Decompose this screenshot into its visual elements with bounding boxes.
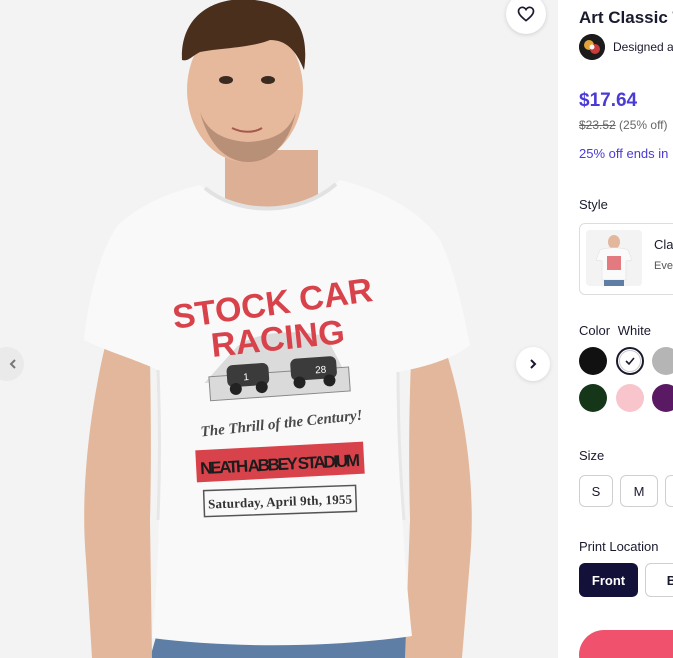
next-image-button[interactable] xyxy=(516,347,550,381)
style-label: Style xyxy=(579,197,608,212)
car-number-right: 28 xyxy=(315,365,327,377)
color-label: Color White xyxy=(579,323,651,338)
size-option-m[interactable]: M xyxy=(620,475,658,507)
designer-text: Designed ar xyxy=(613,40,673,54)
swatch-light-pink[interactable] xyxy=(616,384,644,412)
swatch-forest-green[interactable] xyxy=(579,384,607,412)
print-location-front[interactable]: Front xyxy=(579,563,638,597)
product-title: Art Classic T xyxy=(579,8,673,27)
original-price-row: $23.52 (25% off) xyxy=(579,118,668,132)
product-image-gallery[interactable]: 1 28 STOCK CAR RACING The Thrill of the … xyxy=(0,0,558,658)
check-icon xyxy=(625,357,635,366)
discount-percent: (25% off) xyxy=(619,118,668,132)
print-location-back[interactable]: Ba xyxy=(645,563,673,597)
add-to-cart-button[interactable] xyxy=(579,630,673,658)
designer-avatar xyxy=(579,34,605,60)
swatch-white[interactable] xyxy=(616,347,644,375)
selected-color-name: White xyxy=(617,323,651,338)
style-subtitle: Ever xyxy=(654,260,673,272)
print-location-label: Print Location xyxy=(579,539,659,554)
chevron-left-icon xyxy=(9,359,16,369)
product-photo: 1 28 STOCK CAR RACING The Thrill of the … xyxy=(0,0,558,658)
style-name: Cla xyxy=(654,237,673,252)
size-option-s[interactable]: S xyxy=(579,475,613,507)
designer-credit[interactable]: Designed ar xyxy=(579,34,673,60)
sale-price: $17.64 xyxy=(579,90,638,111)
size-option-next[interactable] xyxy=(665,475,673,507)
swatch-heather-grey[interactable] xyxy=(652,347,673,375)
product-details-panel: Art Classic T Designed ar $17.64 $23.52 … xyxy=(579,0,673,658)
color-label-text: Color xyxy=(579,323,611,338)
size-label: Size xyxy=(579,448,605,463)
style-thumbnail xyxy=(586,230,642,286)
style-option-card[interactable]: Cla Ever xyxy=(579,223,673,295)
swatch-black[interactable] xyxy=(579,347,607,375)
heart-icon xyxy=(517,6,535,22)
chevron-right-icon xyxy=(530,359,537,369)
promo-countdown: 25% off ends in xyxy=(579,146,669,161)
original-price: $23.52 xyxy=(579,118,616,132)
swatch-purple[interactable] xyxy=(652,384,673,412)
